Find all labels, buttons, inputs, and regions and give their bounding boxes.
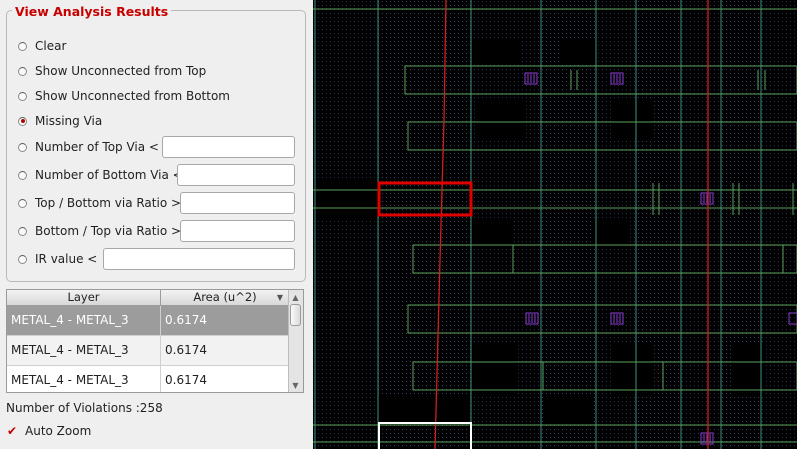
column-header-area[interactable]: Area (u^2) ▼ (161, 290, 290, 306)
table-row[interactable]: METAL_4 - METAL_3 0.6174 (7, 336, 290, 366)
option-unconnected-top[interactable]: Show Unconnected from Top (18, 62, 206, 80)
top-bottom-ratio-input[interactable] (180, 192, 295, 214)
analysis-panel: View Analysis Results Clear Show Unconne… (0, 0, 313, 449)
bottom-via-input[interactable] (177, 164, 295, 186)
ir-value-input[interactable] (103, 248, 295, 270)
option-top-bottom-ratio-label: Top / Bottom via Ratio > (35, 196, 182, 210)
radio-unconnected-top[interactable] (18, 66, 27, 76)
scroll-down-icon[interactable]: ▼ (289, 379, 302, 391)
option-top-bottom-ratio[interactable]: Top / Bottom via Ratio > (18, 194, 181, 212)
radio-clear[interactable] (18, 41, 27, 51)
option-bottom-top-ratio[interactable]: Bottom / Top via Ratio > (18, 222, 181, 240)
radio-missing-via[interactable] (18, 116, 27, 126)
sort-down-icon: ▼ (276, 293, 283, 302)
bottom-top-ratio-input[interactable] (180, 220, 295, 242)
option-missing-via-label: Missing Via (35, 114, 103, 128)
violations-count: Number of Violations :258 (6, 401, 163, 415)
cell-layer: METAL_4 - METAL_3 (7, 336, 161, 365)
option-missing-via[interactable]: Missing Via (18, 112, 102, 130)
option-top-via[interactable]: Number of Top Via < (18, 138, 159, 156)
layout-canvas[interactable] (313, 0, 797, 449)
radio-ir-value[interactable] (18, 254, 27, 264)
column-header-area-label: Area (u^2) (193, 290, 257, 304)
dotted-region (313, 0, 378, 180)
checkmark-icon[interactable]: ✔ (6, 424, 18, 438)
radio-top-via[interactable] (18, 142, 27, 152)
table-row[interactable]: METAL_4 - METAL_3 0.6174 (7, 366, 290, 392)
option-clear[interactable]: Clear (18, 37, 66, 55)
cell-area: 0.6174 (165, 313, 207, 327)
cell-layer: METAL_4 - METAL_3 (7, 366, 161, 392)
option-bottom-top-ratio-label: Bottom / Top via Ratio > (35, 224, 182, 238)
scrollbar-thumb[interactable] (290, 304, 301, 326)
option-ir-value-label: IR value < (35, 252, 98, 266)
dotted-region (313, 218, 378, 449)
auto-zoom-checkbox[interactable]: ✔ Auto Zoom (6, 424, 91, 438)
table-scrollbar[interactable]: ▲ ▼ (288, 290, 303, 392)
column-header-layer-label: Layer (67, 290, 100, 304)
option-unconnected-top-label: Show Unconnected from Top (35, 64, 207, 78)
option-unconnected-bottom-label: Show Unconnected from Bottom (35, 89, 230, 103)
radio-top-bottom-ratio[interactable] (18, 198, 27, 208)
cell-area: 0.6174 (165, 343, 207, 357)
group-title: View Analysis Results (12, 4, 172, 19)
top-via-input[interactable] (162, 136, 295, 158)
option-ir-value[interactable]: IR value < (18, 250, 97, 268)
column-header-layer[interactable]: Layer (7, 290, 161, 306)
radio-unconnected-bottom[interactable] (18, 91, 27, 101)
cell-layer: METAL_4 - METAL_3 (7, 306, 161, 335)
scroll-up-icon[interactable]: ▲ (289, 291, 302, 303)
cell-area: 0.6174 (165, 373, 207, 387)
layout-view[interactable] (313, 0, 797, 449)
radio-bottom-via[interactable] (18, 170, 27, 180)
option-top-via-label: Number of Top Via < (35, 140, 159, 154)
option-bottom-via-label: Number of Bottom Via < (35, 168, 183, 182)
violations-table: Layer Area (u^2) ▼ METAL_4 - METAL_3 0.61… (6, 289, 304, 393)
auto-zoom-label: Auto Zoom (25, 424, 92, 438)
option-clear-label: Clear (35, 39, 67, 53)
table-row[interactable]: METAL_4 - METAL_3 0.6174 (7, 306, 290, 336)
radio-bottom-top-ratio[interactable] (18, 226, 27, 236)
option-unconnected-bottom[interactable]: Show Unconnected from Bottom (18, 87, 230, 105)
option-bottom-via[interactable]: Number of Bottom Via < (18, 166, 183, 184)
